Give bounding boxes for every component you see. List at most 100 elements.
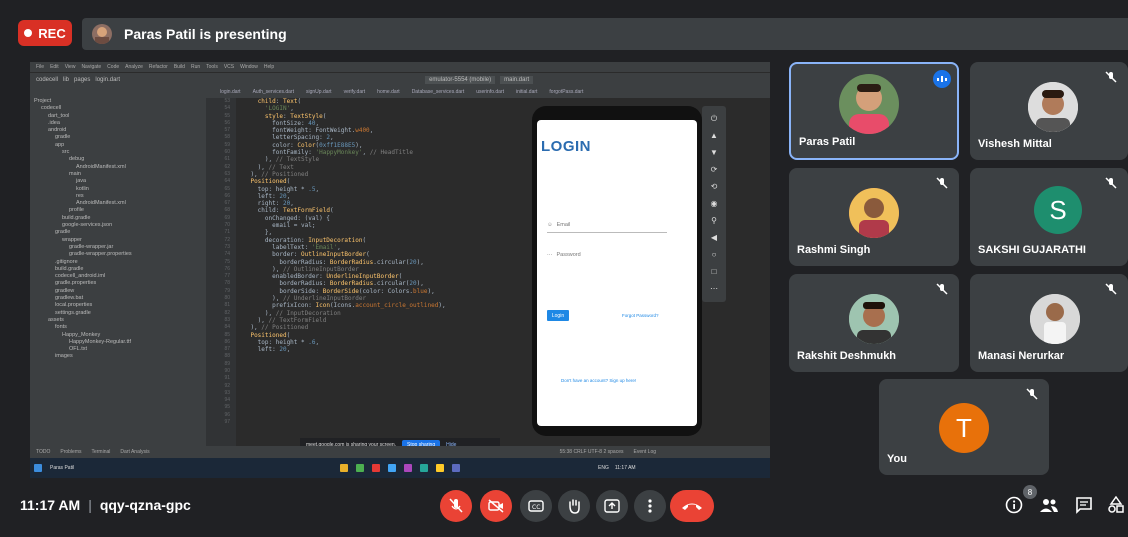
project-tree-item: java	[76, 178, 87, 185]
ide-menu-item: Run	[190, 64, 201, 70]
chat-button[interactable]	[1073, 494, 1095, 516]
app-icon	[372, 464, 380, 472]
mic-off-icon	[1105, 71, 1117, 83]
project-tree-item: google-services.json	[62, 222, 113, 229]
status-position: 55:38 CRLF UTF-8 2 spaces	[559, 449, 624, 455]
self-tile[interactable]: T You	[879, 379, 1049, 475]
project-tree-item: AndroidManifest.xml	[76, 163, 126, 170]
line-number: 63	[224, 170, 230, 177]
participant-tile[interactable]: Rashmi Singh	[789, 168, 959, 266]
ide-menu-item: Build	[173, 64, 185, 70]
email-hint: Email	[556, 222, 571, 228]
ide-tab: initial.dart	[516, 89, 538, 95]
app-signup-link: Don't have an account? Sign up here!	[561, 378, 637, 383]
line-number: 80	[224, 295, 230, 302]
volume-up-icon: ▲	[710, 131, 718, 140]
project-tree-item: profile	[69, 207, 84, 214]
more-options-button[interactable]	[634, 490, 666, 522]
ide-tab: home.dart	[377, 89, 400, 95]
rec-label: REC	[38, 25, 66, 41]
app-forgot-link: Forgot Password?	[622, 313, 659, 318]
participant-name: Rashmi Singh	[797, 244, 871, 256]
line-number: 88	[224, 353, 230, 360]
project-tree-item: gradle	[55, 134, 71, 141]
raise-hand-button[interactable]	[558, 490, 590, 522]
line-number: 69	[224, 214, 230, 221]
line-number: 94	[224, 397, 230, 404]
line-number: 96	[224, 411, 230, 418]
meeting-details-button[interactable]	[1003, 494, 1025, 516]
project-tree-item: build.gradle	[62, 214, 91, 221]
activities-button[interactable]	[1106, 494, 1126, 516]
toolbar-path: lib	[63, 76, 70, 83]
participant-tile[interactable]: Paras Patil	[789, 62, 959, 160]
line-number: 97	[224, 419, 230, 426]
status-item: TODO	[36, 449, 51, 455]
project-tree-item: images	[55, 353, 73, 360]
project-tree-item: gradlew.bat	[55, 295, 84, 302]
present-button[interactable]	[596, 490, 628, 522]
project-tree-item: gradlew	[55, 287, 75, 294]
home-icon: ○	[711, 250, 717, 259]
captions-button[interactable]: CC	[520, 490, 552, 522]
ide-menu-item: View	[64, 64, 76, 70]
project-tree-item: gradle	[55, 229, 71, 236]
project-tree-item: gradle-wrapper.jar	[69, 243, 114, 250]
participant-tile[interactable]: Rakshit Deshmukh	[789, 274, 959, 372]
zoom-icon: ⚲	[711, 216, 717, 225]
camera-toggle-button[interactable]	[480, 490, 512, 522]
project-tree-item: debug	[69, 156, 85, 163]
line-number: 73	[224, 243, 230, 250]
app-icon	[356, 464, 364, 472]
line-number: 64	[224, 178, 230, 185]
app-email-field: ☺ Email	[547, 218, 667, 233]
toolbar-run-config: main.dart	[500, 75, 534, 84]
project-tree-item: local.properties	[55, 302, 93, 309]
mic-off-icon	[1026, 388, 1038, 400]
line-number: 93	[224, 389, 230, 396]
ide-menu-item: Edit	[50, 64, 59, 70]
leave-call-button[interactable]	[670, 490, 714, 522]
ide-tab: signUp.dart	[306, 89, 332, 95]
participant-avatar	[839, 74, 899, 134]
shapes-icon	[1108, 496, 1124, 513]
project-tree-item: .idea	[48, 119, 60, 126]
code-editor: child: Text( 'LOGIN', style: TextStyle( …	[236, 98, 536, 446]
speaking-indicator-icon	[933, 70, 951, 88]
participant-tile[interactable]: S SAKSHI GUJARATHI	[970, 168, 1128, 266]
toolbar-device: emulator-5554 (mobile)	[425, 75, 496, 84]
project-tree-item: assets	[48, 316, 64, 323]
meeting-info: 11:17 AM | qqy-qzna-gpc	[20, 497, 191, 513]
windows-taskbar: Paras Patil ENG 11:17 AM	[30, 458, 770, 478]
project-tree-item: OFL.txt	[69, 346, 88, 353]
shared-screen: File Edit View Navigate Code Analyze Ref…	[30, 62, 770, 478]
line-number: 78	[224, 280, 230, 287]
line-number: 89	[224, 360, 230, 367]
project-tree-item: app	[55, 141, 65, 148]
back-icon: ◀	[710, 233, 718, 242]
participant-avatar	[849, 188, 899, 238]
project-tree-item: android	[48, 127, 67, 134]
chat-icon	[1076, 497, 1092, 514]
line-number: 76	[224, 265, 230, 272]
participant-tile[interactable]: Manasi Nerurkar	[970, 274, 1128, 372]
participant-name: You	[887, 453, 907, 465]
volume-down-icon: ▼	[710, 148, 718, 157]
participant-avatar	[849, 294, 899, 344]
ide-menu-item: VCS	[223, 64, 235, 70]
people-button[interactable]	[1038, 494, 1060, 516]
mic-toggle-button[interactable]	[440, 490, 472, 522]
hand-icon	[569, 499, 580, 514]
ide-menu-bar: File Edit View Navigate Code Analyze Ref…	[30, 62, 770, 72]
participant-tile[interactable]: Vishesh Mittal	[970, 62, 1128, 160]
project-tree-item: codecell_android.iml	[55, 273, 106, 280]
line-number: 91	[224, 375, 230, 382]
project-tree-item: AndroidManifest.xml	[76, 200, 126, 207]
project-tree-item: res	[76, 192, 84, 199]
ide-tab: verify.dart	[343, 89, 366, 95]
toolbar-project: codecell	[36, 76, 59, 83]
mic-off-icon	[936, 177, 948, 189]
participant-avatar	[1028, 82, 1078, 132]
emulator-controls: ⏻ ▲ ▼ ⟳ ⟲ ◉ ⚲ ◀ ○ □ ⋯	[702, 106, 726, 302]
line-number: 66	[224, 192, 230, 199]
